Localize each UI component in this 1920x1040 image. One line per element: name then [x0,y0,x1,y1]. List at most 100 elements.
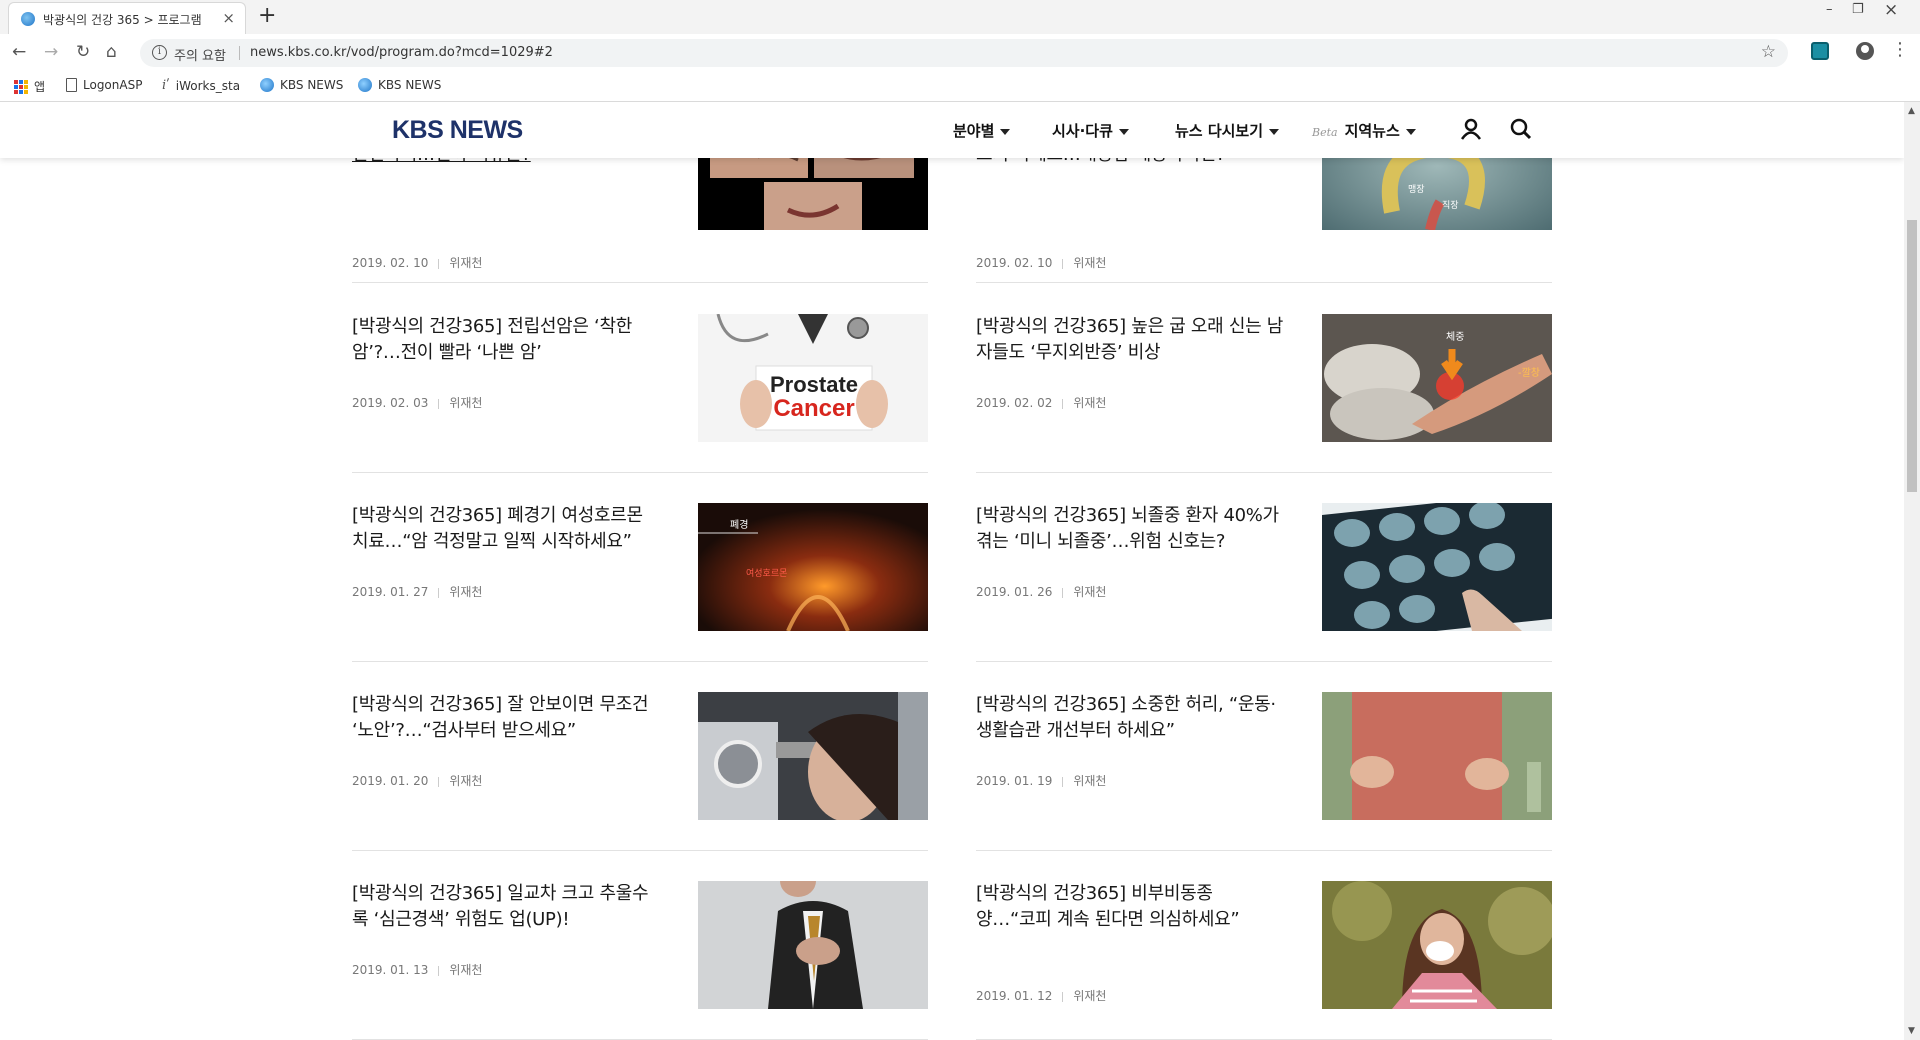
back-arrow-icon[interactable]: ← [12,42,26,62]
thumb-text: Prostate [770,372,858,397]
profile-avatar-icon[interactable] [1856,42,1874,60]
caret-down-icon [1405,128,1416,135]
url-text[interactable]: news.kbs.co.kr/vod/program.do?mcd=1029#2 [250,45,553,60]
article-title[interactable]: [박광식의 건강365] 뇌졸중 환자 40%가 겪는 ‘미니 뇌졸중’…위험 … [976,503,1286,555]
article-thumbnail[interactable] [698,692,928,820]
forward-arrow-icon[interactable]: → [44,42,58,62]
bookmark-apps[interactable]: 앱 [14,78,45,95]
bookmark-kbs-news-2[interactable]: KBS NEWS [358,78,441,92]
article-date: 2019. 02. 02 [976,396,1053,410]
article-date: 2019. 01. 13 [352,963,429,977]
article-thumbnail[interactable] [1322,503,1552,631]
kbs-favicon-icon [358,78,372,92]
site-info-icon[interactable]: i [152,45,167,60]
browser-tab-active[interactable]: 박광식의 건강 365 > 프로그램 × [8,2,246,34]
article-author: 위재천 [449,256,483,270]
window-minimize-button[interactable]: – [1826,2,1833,17]
bookmark-logonasp[interactable]: LogonASP [66,78,142,92]
foot-thumbnail-image: 체중 -깔창 [1322,314,1552,442]
bookmark-label: KBS NEWS [280,78,344,92]
search-icon[interactable] [1510,118,1532,144]
hormone-thumbnail-image: 폐경 여성호르몬 [698,503,928,631]
article-thumbnail[interactable] [1322,692,1552,820]
article-title[interactable]: [박광식의 건강365] 폐경기 여성호르몬 치료…“암 걱정말고 일찍 시작하… [352,503,662,555]
article-thumbnail[interactable]: 체중 -깔창 [1322,314,1552,442]
nav-regional-news[interactable]: Beta 지역뉴스 [1312,120,1416,141]
bookmark-iworks[interactable]: iʹ iWorks_sta [162,78,240,93]
article-thumbnail[interactable] [1322,881,1552,1009]
article-list: 안면마비…진짜 이유는? 2019. 02. 10위재천 보지 마세요…대장암 … [0,102,1904,1040]
article-thumbnail[interactable]: 폐경 여성호르몬 [698,503,928,631]
article-author: 위재천 [449,585,483,599]
scrollbar-thumb[interactable] [1907,220,1917,492]
reload-icon[interactable]: ↻ [76,42,90,62]
apps-grid-icon [14,79,28,94]
nav-category[interactable]: 분야별 [953,120,1011,141]
article-date: 2019. 01. 20 [352,774,429,788]
article-title[interactable]: [박광식의 건강365] 전립선암은 ‘착한 암’?…전이 빨라 ‘나쁜 암’ [352,314,662,366]
bookmark-kbs-news-1[interactable]: KBS NEWS [260,78,343,92]
article-meta: 2019. 01. 27 위재천 [352,583,482,600]
list-item[interactable]: 보지 마세요…대장암 예방하려면? 2019. 02. 10위재천 맹장 직장 [976,102,1552,332]
nav-label: 시사·다큐 [1052,122,1113,140]
kbs-news-logo[interactable]: KBS NEWS [392,116,523,145]
colon-label: 직장 [1442,200,1459,211]
article-meta: 2019. 01. 12 위재천 [976,987,1106,1004]
scroll-down-arrow-icon[interactable]: ▼ [1908,1026,1915,1036]
article-thumbnail[interactable] [698,881,928,1009]
article-author: 위재천 [1073,774,1107,788]
article-date: 2019. 02. 10 [352,256,429,270]
bookmark-label: KBS NEWS [378,78,442,92]
home-icon[interactable]: ⌂ [106,42,117,62]
article-meta: 2019. 02. 10 위재천 [352,254,482,271]
new-tab-button[interactable]: + [258,4,276,28]
nose-thumbnail-image [1322,881,1552,1009]
article-thumbnail[interactable]: Prostate Cancer [698,314,928,442]
nav-label: 분야별 [953,122,995,140]
list-item[interactable]: [박광식의 건강365] 전립선암은 ‘착한 암’?…전이 빨라 ‘나쁜 암’ … [352,314,928,492]
eye-exam-thumbnail-image [698,692,928,820]
article-title[interactable]: [박광식의 건강365] 비부비동종양…“코피 계속 된다면 의심하세요” [976,881,1266,933]
article-date: 2019. 01. 19 [976,774,1053,788]
list-item[interactable]: [박광식의 건강365] 폐경기 여성호르몬 치료…“암 걱정말고 일찍 시작하… [352,503,928,681]
list-item[interactable]: [박광식의 건강365] 일교차 크고 추울수록 ‘심근경색’ 위험도 업(UP… [352,881,928,1040]
browser-menu-icon[interactable]: ⋮ [1891,40,1909,60]
article-title[interactable]: [박광식의 건강365] 높은 굽 오래 신는 남자들도 ‘무지외반증’ 비상 [976,314,1286,366]
security-warning-text[interactable]: 주의 요함 [174,45,226,64]
extension-icon[interactable] [1811,42,1829,60]
page-viewport: 안면마비…진짜 이유는? 2019. 02. 10위재천 보지 마세요…대장암 … [0,102,1904,1040]
article-title[interactable]: [박광식의 건강365] 일교차 크고 추울수록 ‘심근경색’ 위험도 업(UP… [352,881,662,933]
kbs-favicon-icon [260,78,274,92]
list-item[interactable]: [박광식의 건강365] 비부비동종양…“코피 계속 된다면 의심하세요” 20… [976,881,1552,1040]
article-date: 2019. 01. 26 [976,585,1053,599]
window-restore-button[interactable]: ❐ [1852,2,1864,17]
list-item[interactable]: [박광식의 건강365] 뇌졸중 환자 40%가 겪는 ‘미니 뇌졸중’…위험 … [976,503,1552,681]
thumb-text: 체중 [1446,331,1464,343]
thumb-text: -깔창 [1518,367,1540,379]
list-item[interactable]: 안면마비…진짜 이유는? 2019. 02. 10위재천 [352,102,928,332]
window-close-button[interactable]: × [1884,0,1898,20]
address-bar[interactable]: i 주의 요함 news.kbs.co.kr/vod/program.do?mc… [140,39,1788,67]
article-date: 2019. 01. 12 [976,989,1053,1003]
user-icon[interactable] [1460,118,1482,144]
nav-label: 지역뉴스 [1344,122,1400,140]
bookmark-star-icon[interactable]: ☆ [1761,42,1776,62]
list-item[interactable]: [박광식의 건강365] 잘 안보이면 무조건 ‘노안’?…“검사부터 받으세요… [352,692,928,870]
tab-close-icon[interactable]: × [222,9,235,27]
article-author: 위재천 [1073,396,1107,410]
article-title[interactable]: [박광식의 건강365] 소중한 허리, “운동·생활습관 개선부터 하세요” [976,692,1286,744]
nav-current-affairs[interactable]: 시사·다큐 [1052,120,1129,141]
article-meta: 2019. 01. 26 위재천 [976,583,1106,600]
scroll-up-arrow-icon[interactable]: ▲ [1908,106,1915,116]
article-title[interactable]: [박광식의 건강365] 잘 안보이면 무조건 ‘노안’?…“검사부터 받으세요… [352,692,662,744]
page-scrollbar[interactable]: ▲ ▼ [1904,102,1920,1040]
article-author: 위재천 [1073,989,1107,1003]
list-item[interactable]: [박광식의 건강365] 높은 굽 오래 신는 남자들도 ‘무지외반증’ 비상 … [976,314,1552,492]
list-item[interactable]: [박광식의 건강365] 소중한 허리, “운동·생활습관 개선부터 하세요” … [976,692,1552,870]
nav-news-replay[interactable]: 뉴스 다시보기 [1175,120,1280,141]
caret-down-icon [1118,128,1129,135]
kbs-favicon-icon [21,12,35,26]
colon-label: 맹장 [1408,184,1425,195]
heart-attack-thumbnail-image [698,881,928,1009]
row-divider [976,282,1552,283]
